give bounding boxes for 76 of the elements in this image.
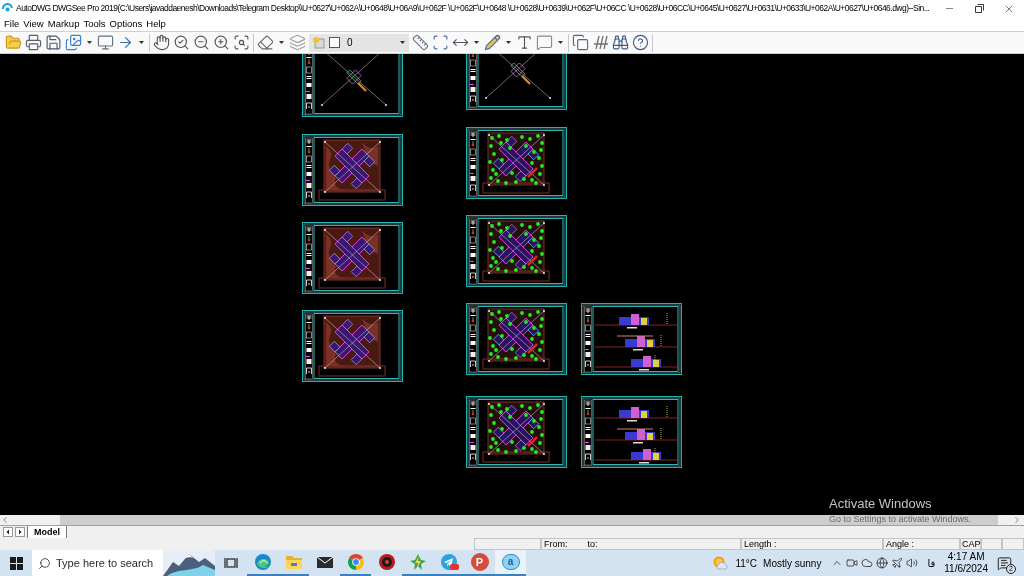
printer-icon[interactable] [25, 34, 42, 51]
activation-title: Activate Windows [829, 496, 933, 511]
caret-icon[interactable] [506, 41, 511, 44]
search-box[interactable]: Type here to search [32, 550, 215, 576]
app-logo-icon [2, 3, 13, 14]
folder-icon[interactable] [284, 553, 303, 571]
layer-dropdown[interactable]: 0 [309, 33, 409, 52]
layer-checkbox[interactable] [329, 37, 340, 48]
status-label: Length : [744, 539, 777, 549]
clock-time: 4:17 AM [947, 551, 985, 563]
zoom-extents-icon[interactable] [233, 34, 250, 51]
next-tab-icon[interactable] [15, 527, 25, 537]
notification-icon[interactable] [997, 555, 1012, 571]
menu-item[interactable]: Options [109, 19, 143, 29]
caret-icon[interactable] [87, 41, 92, 44]
menu-item[interactable]: Tools [83, 19, 106, 29]
letter-app-icon[interactable]: a [501, 554, 520, 570]
caret-icon[interactable] [279, 41, 284, 44]
task-view-icon[interactable] [224, 557, 238, 569]
pencil-icon[interactable] [484, 34, 501, 51]
status-panel [1002, 538, 1024, 550]
binoculars-icon[interactable] [612, 34, 629, 51]
eraser-icon[interactable] [257, 34, 274, 51]
caret-icon[interactable] [139, 41, 144, 44]
zoom-out-icon[interactable] [193, 34, 210, 51]
previous-tab-icon[interactable] [3, 527, 13, 537]
letter-app-icon[interactable]: P [470, 553, 489, 571]
airplane-icon[interactable] [891, 557, 904, 569]
weather-icon [712, 555, 729, 571]
hatch-icon[interactable] [592, 34, 609, 51]
pan-hand-icon[interactable] [153, 34, 170, 51]
status-label: Angle : [886, 539, 915, 549]
layer-state-icon [312, 36, 325, 49]
menu-item[interactable]: Help [146, 19, 166, 29]
save-icon[interactable] [45, 34, 62, 51]
caret-icon[interactable] [474, 41, 479, 44]
clock[interactable]: 4:17 AM 11/6/2024 [944, 551, 988, 575]
language-indicator[interactable]: فا [927, 555, 936, 571]
cloud-icon[interactable] [861, 557, 874, 569]
search-icon [38, 556, 51, 570]
windows-logo-icon[interactable] [9, 556, 23, 570]
wave-browser-icon[interactable] [253, 553, 272, 571]
activation-subtitle: Go to Settings to activate Windows. [829, 513, 972, 525]
round-browser-icon[interactable] [346, 553, 365, 571]
menu-item[interactable]: View [23, 19, 44, 29]
camera-icon[interactable] [846, 557, 859, 569]
window-title: AutoDWG DWGSee Pro 2019(C:\Users\javaddaenesh\Downloads\Telegram Desktop\\U+0627\U+062A\U+0648\U+06A9\U+062F \U+062F\U+0648 \U+0628\U+0639\U+062F\U+06CC \U+0628\U+06CC\U+0645\U+0627\U+0631\U+0633\U+062A\U+0627\U+0646.dwg)--Sin... [16, 3, 930, 14]
sheet-tab[interactable]: Model [27, 526, 67, 538]
drawing-canvas[interactable] [0, 54, 1024, 515]
caps-lock-indicator: CAP [962, 539, 981, 549]
menu-item[interactable]: File [4, 19, 20, 29]
volume-icon[interactable] [906, 557, 919, 569]
weather-temperature: 11°C [735, 556, 758, 571]
taskbar-button[interactable]: a [495, 550, 526, 576]
disc-app-icon[interactable] [377, 553, 396, 571]
compare-icon[interactable] [572, 34, 589, 51]
restore-icon[interactable] [974, 4, 984, 13]
area-icon[interactable] [432, 34, 449, 51]
arrow-right-icon[interactable] [117, 34, 134, 51]
callout-icon[interactable] [536, 34, 553, 51]
status-label: From: [544, 539, 568, 549]
status-label: to: [587, 539, 598, 549]
export-icon[interactable] [65, 34, 82, 51]
weather-condition: Mostly sunny [763, 556, 822, 571]
help-icon[interactable] [632, 34, 649, 51]
clock-date: 11/6/2024 [944, 563, 988, 575]
menu-item[interactable]: Markup [47, 19, 80, 29]
caret-icon[interactable] [400, 41, 405, 44]
ruler-icon[interactable] [412, 34, 429, 51]
zoom-icon[interactable] [173, 34, 190, 51]
caret-icon[interactable] [558, 41, 563, 44]
network-icon[interactable] [876, 557, 889, 569]
zoom-in-icon[interactable] [213, 34, 230, 51]
text-icon[interactable] [516, 34, 533, 51]
monitor-icon[interactable] [97, 34, 114, 51]
search-field[interactable]: Type here to search [56, 555, 160, 571]
